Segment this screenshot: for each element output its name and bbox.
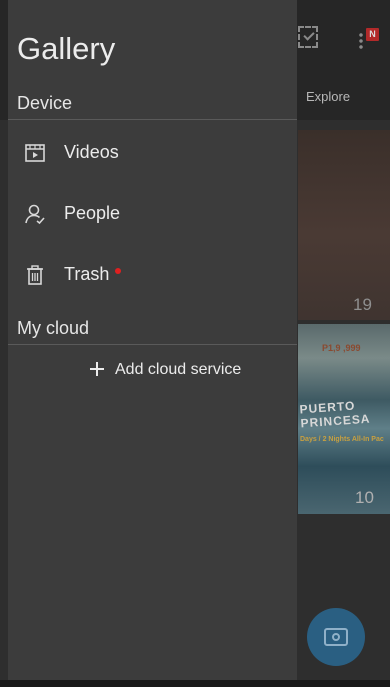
drawer-item-people[interactable]: People	[8, 186, 297, 242]
album-count: 19	[353, 295, 372, 314]
people-icon	[25, 204, 45, 225]
trash-icon	[27, 265, 43, 285]
section-my-cloud: My cloud	[17, 318, 90, 338]
album-text-subtitle: Days / 2 Nights All-In Pac	[300, 436, 384, 443]
drawer-item-label: People	[64, 203, 121, 223]
album-thumbnail[interactable]	[298, 130, 390, 320]
tab-explore[interactable]: Explore	[306, 89, 350, 104]
select-mode-icon[interactable]	[298, 26, 318, 48]
album-count: 10	[355, 488, 374, 507]
video-icon	[25, 144, 45, 162]
album-text-title: PUERTO PRINCESA	[299, 398, 371, 431]
navigation-drawer: Gallery Device Videos People Trash My cl…	[8, 0, 297, 687]
drawer-item-videos[interactable]: Videos	[8, 125, 297, 181]
drawer-item-label: Trash	[64, 264, 110, 284]
notification-badge: N	[366, 28, 379, 41]
drawer-item-label: Videos	[64, 142, 119, 162]
camera-icon	[324, 628, 348, 646]
notification-dot	[115, 268, 121, 274]
menu-icon[interactable]: N	[357, 28, 381, 52]
add-cloud-service-label: Add cloud service	[115, 361, 242, 378]
plus-icon	[90, 362, 104, 376]
section-device: Device	[17, 93, 73, 113]
camera-button[interactable]	[307, 608, 365, 666]
drawer-title: Gallery	[17, 31, 116, 66]
drawer-item-trash[interactable]: Trash	[8, 247, 297, 303]
bottom-edge	[0, 680, 390, 687]
add-cloud-service-button[interactable]: Add cloud service	[8, 348, 297, 392]
divider	[8, 119, 297, 120]
album-text-price: P1,9 ,999	[322, 343, 361, 353]
divider	[8, 344, 297, 345]
